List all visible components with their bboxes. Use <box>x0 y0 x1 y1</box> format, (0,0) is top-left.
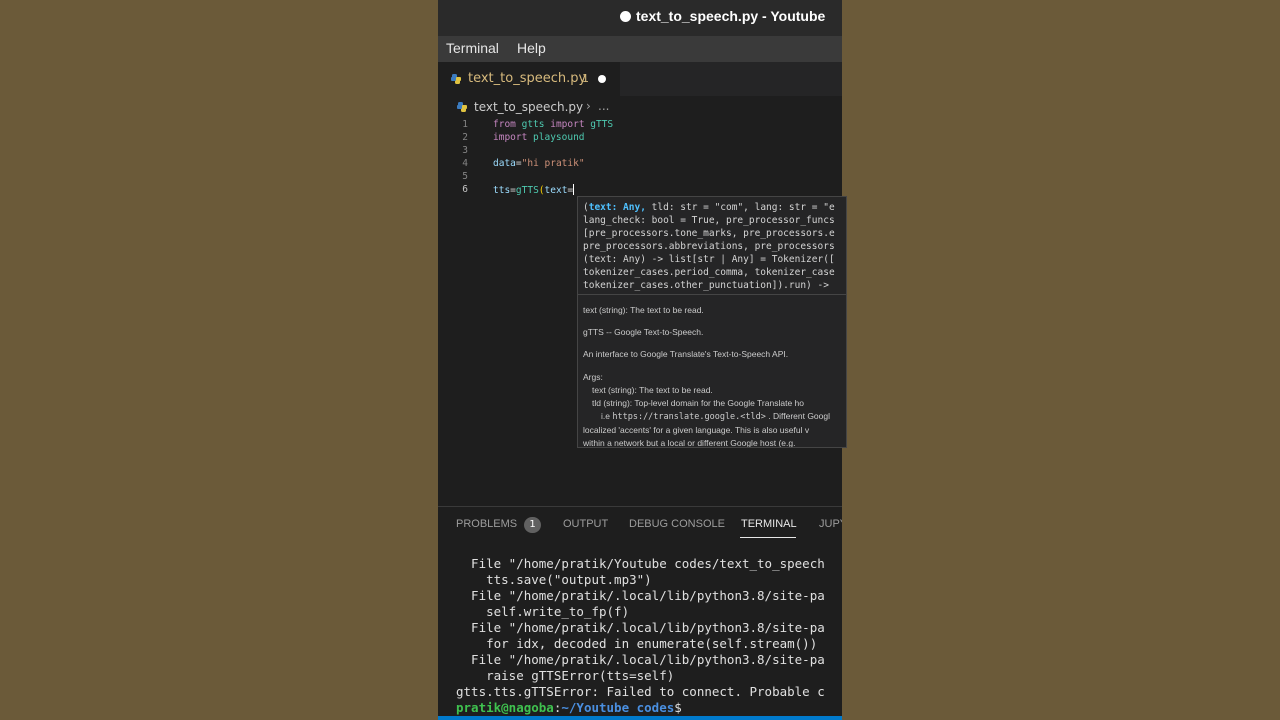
code-token: text <box>544 185 568 196</box>
code-token: from <box>493 119 522 130</box>
signature-line: (text: Any, tld: str = "com", lang: str … <box>583 201 845 214</box>
signature-line: tokenizer_cases.other_punctuation]).run)… <box>583 280 835 291</box>
signature-help-popup[interactable]: (text: Any, tld: str = "com", lang: str … <box>577 196 847 448</box>
line-number: 6 <box>462 184 468 195</box>
code-line[interactable]: 2 import playsound <box>438 132 842 145</box>
doc-url-code: https://translate.google.<tld> <box>612 412 766 422</box>
tab-text-to-speech[interactable]: text_to_speech.py 1 <box>438 62 620 96</box>
menu-help[interactable]: Help <box>517 40 546 56</box>
menu-terminal[interactable]: Terminal <box>446 40 499 56</box>
doc-arg-tld: tld (string): Top-level domain for the G… <box>592 398 804 408</box>
line-number: 4 <box>462 158 468 169</box>
unsaved-dot-icon <box>620 11 631 22</box>
code-token: "hi pratik" <box>521 158 585 169</box>
doc-args-title: Args: <box>583 372 603 382</box>
terminal-line: gtts.tts.gTTSError: Failed to connect. P… <box>456 684 825 699</box>
tab-problem-count: 1 <box>582 72 589 85</box>
signature-line: (text: Any) -> list[str | Any] = Tokeniz… <box>583 254 835 265</box>
breadcrumb-file[interactable]: text_to_speech.py <box>474 100 583 114</box>
code-token: data <box>493 158 516 169</box>
code-line[interactable]: 5 <box>438 171 842 184</box>
editor-tab-strip: text_to_speech.py 1 <box>438 62 842 96</box>
python-file-icon <box>451 74 461 84</box>
popup-divider <box>578 294 846 295</box>
terminal-line: raise gTTSError(tts=self) <box>456 668 675 683</box>
active-parameter: text: Any, <box>588 202 646 213</box>
terminal-line: File "/home/pratik/.local/lib/python3.8/… <box>456 620 825 635</box>
python-file-icon <box>457 102 467 112</box>
doc-ie-suffix: . Different Googl <box>768 411 831 421</box>
code-token: import <box>493 132 534 143</box>
code-text: tts=gTTS(text= <box>493 184 575 196</box>
text-cursor <box>573 184 575 195</box>
line-number: 2 <box>462 132 468 143</box>
sig-rest: tld: str = "com", lang: str = "e <box>645 202 835 213</box>
tab-debug-console[interactable]: DEBUG CONSOLE <box>629 518 725 530</box>
signature-text: (text: Any, tld: str = "com", lang: str … <box>583 201 845 292</box>
code-line[interactable]: 3 <box>438 145 842 158</box>
panel-tab-bar: PROBLEMS 1 OUTPUT DEBUG CONSOLE TERMINAL… <box>438 506 842 543</box>
line-number: 1 <box>462 119 468 130</box>
terminal-line: self.write_to_fp(f) <box>456 604 630 619</box>
terminal-line: for idx, decoded in enumerate(self.strea… <box>456 636 818 651</box>
code-token: gTTS <box>590 119 614 130</box>
code-token: import <box>550 119 591 130</box>
doc-arg-accents: localized 'accents' for a given language… <box>583 425 810 435</box>
tab-terminal[interactable]: TERMINAL <box>741 518 797 530</box>
code-token: playsound <box>533 132 585 143</box>
doc-description: An interface to Google Translate's Text-… <box>583 349 789 359</box>
doc-arg-text: text (string): The text to be read. <box>592 385 713 395</box>
line-number: 5 <box>462 171 468 182</box>
code-line[interactable]: 1 from gtts import gTTS <box>438 119 842 132</box>
doc-ie: i.e <box>601 411 610 421</box>
code-line[interactable]: 4 data="hi pratik" <box>438 158 842 171</box>
tab-dirty-indicator[interactable] <box>598 75 606 83</box>
prompt-symbol: $ <box>674 700 682 715</box>
terminal-prompt[interactable]: pratik@nagoba:~/Youtube codes$ <box>456 700 682 716</box>
breadcrumb: text_to_speech.py › ... <box>438 96 842 118</box>
doc-arg-example: i.e https://translate.google.<tld> . Dif… <box>583 410 845 424</box>
doc-param: text (string): The text to be read. <box>583 305 704 315</box>
menu-bar: Terminal Help <box>438 36 842 62</box>
doc-text: text (string): The text to be read. gTTS… <box>583 305 845 448</box>
terminal-line: tts.save("output.mp3") <box>456 572 652 587</box>
terminal-line: File "/home/pratik/Youtube codes/text_to… <box>456 556 825 571</box>
doc-arg-network: within a network but a local or differen… <box>583 438 796 448</box>
tab-output[interactable]: OUTPUT <box>563 518 608 530</box>
signature-line: lang_check: bool = True, pre_processor_f… <box>583 215 835 226</box>
prompt-user: pratik@nagoba <box>456 700 554 715</box>
signature-line: pre_processors.abbreviations, pre_proces… <box>583 241 835 252</box>
doc-summary: gTTS -- Google Text-to-Speech. <box>583 327 704 337</box>
terminal-line: File "/home/pratik/.local/lib/python3.8/… <box>456 652 825 667</box>
code-text: import playsound <box>493 132 585 143</box>
problems-count-badge: 1 <box>524 517 541 533</box>
chevron-right-icon: › <box>586 99 591 113</box>
window-title: text_to_speech.py - Youtube <box>620 8 825 24</box>
active-tab-underline <box>740 537 796 538</box>
signature-line: tokenizer_cases.period_comma, tokenizer_… <box>583 267 835 278</box>
tab-problems[interactable]: PROBLEMS <box>456 518 517 530</box>
status-bar <box>438 716 842 720</box>
code-token: gTTS <box>515 185 539 196</box>
code-token: tts <box>493 185 511 196</box>
prompt-path: ~/Youtube codes <box>561 700 675 715</box>
title-bar: text_to_speech.py - Youtube <box>438 0 842 36</box>
line-number: 3 <box>462 145 468 156</box>
tab-jupyter[interactable]: JUPY <box>819 518 842 530</box>
code-editor[interactable]: 1 from gtts import gTTS 2 import playsound 3… <box>438 118 842 208</box>
terminal-line: File "/home/pratik/.local/lib/python3.8/… <box>456 588 825 603</box>
breadcrumb-more[interactable]: ... <box>598 99 609 113</box>
window-title-text: text_to_speech.py - Youtube <box>636 8 826 24</box>
code-text: from gtts import gTTS <box>493 119 613 130</box>
signature-line: [pre_processors.tone_marks, pre_processo… <box>583 228 835 239</box>
tab-label: text_to_speech.py <box>468 71 587 86</box>
code-text: data="hi pratik" <box>493 158 585 169</box>
code-token: gtts <box>521 119 551 130</box>
terminal-output[interactable]: File "/home/pratik/Youtube codes/text_to… <box>438 550 842 720</box>
